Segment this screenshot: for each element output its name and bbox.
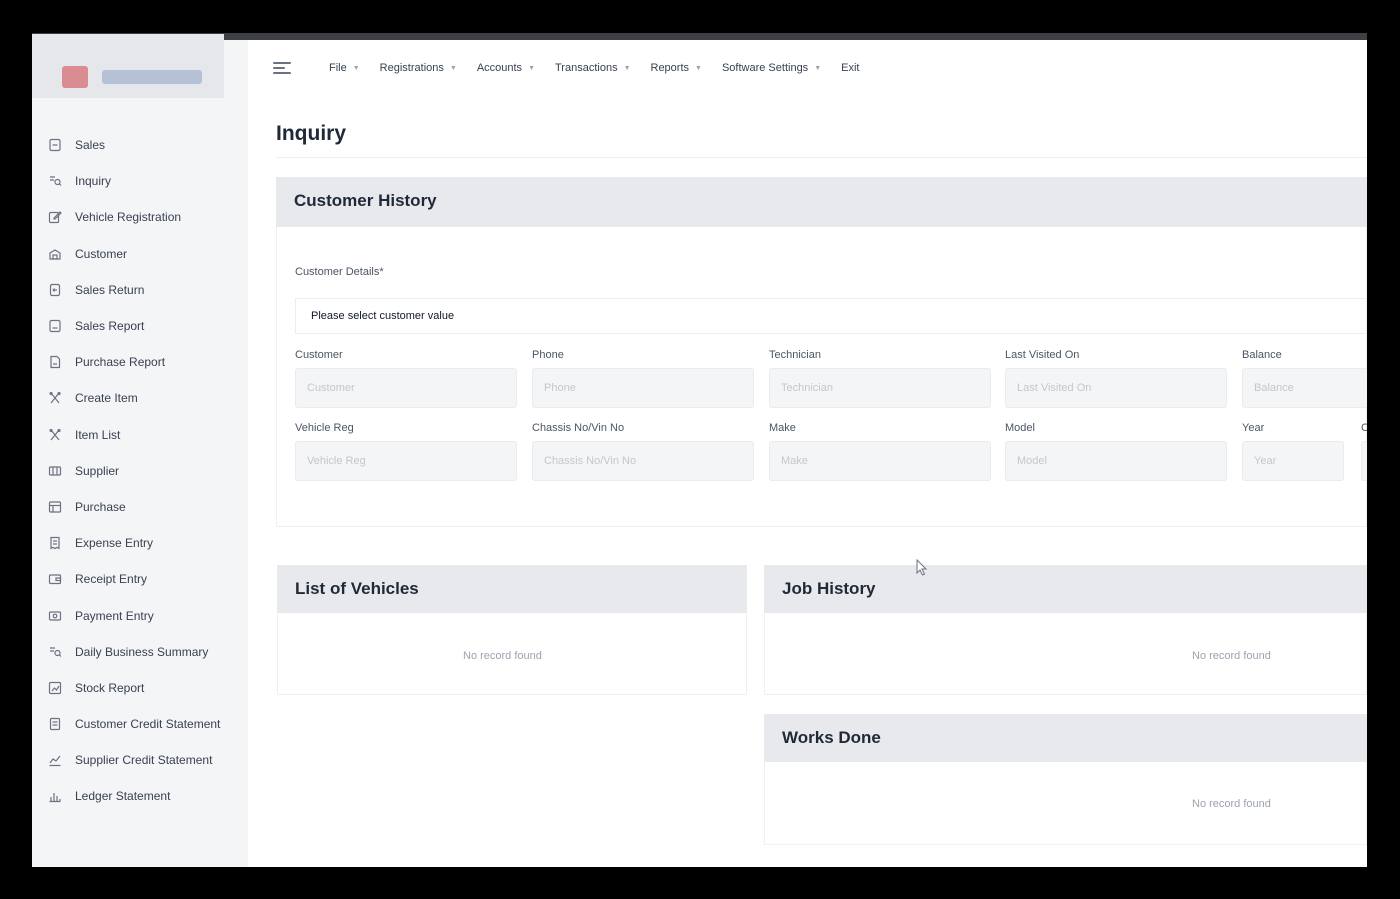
balance-input[interactable] <box>1242 368 1367 408</box>
tools-icon <box>48 391 62 405</box>
supplier-icon <box>48 464 62 478</box>
chart-icon <box>48 753 62 767</box>
sidebar-item-supplier[interactable]: Supplier <box>32 453 248 489</box>
sidebar-item-customer[interactable]: Customer <box>32 236 248 272</box>
ledger-icon <box>48 789 62 803</box>
chassis-input[interactable] <box>532 441 754 481</box>
report-icon <box>48 319 62 333</box>
customer-history-header: Customer History <box>276 177 1367 227</box>
sidebar-item-purchase-report[interactable]: Purchase Report <box>32 344 248 380</box>
sidebar-item-payment-entry[interactable]: Payment Entry <box>32 597 248 633</box>
list-of-vehicles-title: List of Vehicles <box>295 579 419 598</box>
phone-field-label: Phone <box>532 349 564 361</box>
sidebar-item-inquiry[interactable]: Inquiry <box>32 163 248 199</box>
menu-file[interactable]: File ▼ <box>329 62 360 74</box>
edit-icon <box>48 210 62 224</box>
statement-icon <box>48 717 62 731</box>
inquiry-icon <box>48 174 62 188</box>
purchase-icon <box>48 500 62 514</box>
chassis-field-label: Chassis No/Vin No <box>532 422 625 434</box>
receipt-icon <box>48 536 62 550</box>
menu-transactions[interactable]: Transactions ▼ <box>555 62 631 74</box>
title-divider <box>276 157 1367 158</box>
job-history-empty: No record found <box>1192 650 1271 662</box>
chevron-down-icon: ▼ <box>695 64 702 72</box>
sidebar-item-customer-credit-statement[interactable]: Customer Credit Statement <box>32 706 248 742</box>
model-input[interactable] <box>1005 441 1227 481</box>
sidebar-item-daily-business-summary[interactable]: Daily Business Summary <box>32 634 248 670</box>
sidebar-item-supplier-credit-statement[interactable]: Supplier Credit Statement <box>32 742 248 778</box>
customer-input[interactable] <box>295 368 517 408</box>
works-done-title: Works Done <box>782 728 881 747</box>
sidebar-item-sales-report[interactable]: Sales Report <box>32 308 248 344</box>
sidebar-item-sales[interactable]: Sales <box>32 127 248 163</box>
tools-icon <box>48 428 62 442</box>
truncated-input[interactable] <box>1361 441 1367 481</box>
phone-input[interactable] <box>532 368 754 408</box>
make-input[interactable] <box>769 441 991 481</box>
sidebar-item-item-list[interactable]: Item List <box>32 417 248 453</box>
customer-field-label: Customer <box>295 349 343 361</box>
sidebar: Sales Inquiry Vehicle Registration Custo… <box>32 34 248 867</box>
truncated-field-label: C <box>1361 422 1367 434</box>
chevron-down-icon: ▼ <box>352 64 360 72</box>
make-field-label: Make <box>769 422 796 434</box>
top-menu-bar: File ▼ Registrations ▼ Accounts ▼ Transacti… <box>248 40 1367 96</box>
sidebar-item-stock-report[interactable]: Stock Report <box>32 670 248 706</box>
chevron-down-icon: ▼ <box>623 64 631 72</box>
sidebar-item-sales-return[interactable]: Sales Return <box>32 272 248 308</box>
works-done-body <box>764 762 1367 845</box>
list-of-vehicles-header: List of Vehicles <box>277 565 747 613</box>
customer-history-title: Customer History <box>294 191 437 210</box>
sidebar-item-receipt-entry[interactable]: Receipt Entry <box>32 561 248 597</box>
sidebar-item-ledger-statement[interactable]: Ledger Statement <box>32 778 248 814</box>
job-history-title: Job History <box>782 579 876 598</box>
balance-field-label: Balance <box>1242 349 1282 361</box>
model-field-label: Model <box>1005 422 1035 434</box>
chevron-down-icon: ▼ <box>528 64 535 72</box>
menu-exit[interactable]: Exit <box>841 62 859 74</box>
stock-icon <box>48 681 62 695</box>
vehicle-reg-input[interactable] <box>295 441 517 481</box>
list-of-vehicles-empty: No record found <box>463 650 542 662</box>
job-history-header: Job History <box>764 565 1367 613</box>
works-done-empty: No record found <box>1192 798 1271 810</box>
works-done-header: Works Done <box>764 714 1367 762</box>
last-visited-input[interactable] <box>1005 368 1227 408</box>
chevron-down-icon: ▼ <box>814 64 822 72</box>
technician-input[interactable] <box>769 368 991 408</box>
customer-select[interactable]: Please select customer value <box>295 298 1367 334</box>
menu-accounts[interactable]: Accounts ▼ <box>477 62 535 74</box>
sidebar-item-purchase[interactable]: Purchase <box>32 489 248 525</box>
year-field-label: Year <box>1242 422 1265 434</box>
file-icon <box>48 355 62 369</box>
wallet-icon <box>48 572 62 586</box>
sidebar-item-vehicle-registration[interactable]: Vehicle Registration <box>32 199 248 235</box>
payment-icon <box>48 609 62 623</box>
menu-software-settings[interactable]: Software Settings ▼ <box>722 62 821 74</box>
sidebar-item-expense-entry[interactable]: Expense Entry <box>32 525 248 561</box>
app-window: Sales Inquiry Vehicle Registration Custo… <box>32 33 1367 867</box>
customer-icon <box>48 247 62 261</box>
menu-registrations[interactable]: Registrations ▼ <box>380 62 457 74</box>
window-top-border <box>32 33 1367 40</box>
return-icon <box>48 283 62 297</box>
app-logo[interactable] <box>32 34 224 98</box>
sidebar-nav: Sales Inquiry Vehicle Registration Custo… <box>32 127 248 815</box>
year-input[interactable] <box>1242 441 1344 481</box>
vehicle-reg-field-label: Vehicle Reg <box>295 422 354 434</box>
summary-icon <box>48 645 62 659</box>
chevron-down-icon: ▼ <box>449 64 457 72</box>
job-history-body <box>764 613 1367 695</box>
sidebar-item-create-item[interactable]: Create Item <box>32 380 248 416</box>
menu-reports[interactable]: Reports ▼ <box>651 62 702 74</box>
technician-field-label: Technician <box>769 349 821 361</box>
document-icon <box>48 138 62 152</box>
hamburger-menu-icon[interactable] <box>273 59 291 77</box>
mouse-cursor-icon <box>916 559 928 576</box>
last-visited-field-label: Last Visited On <box>1005 349 1080 361</box>
customer-details-label: Customer Details* <box>295 266 384 278</box>
page-title: Inquiry <box>276 122 347 145</box>
